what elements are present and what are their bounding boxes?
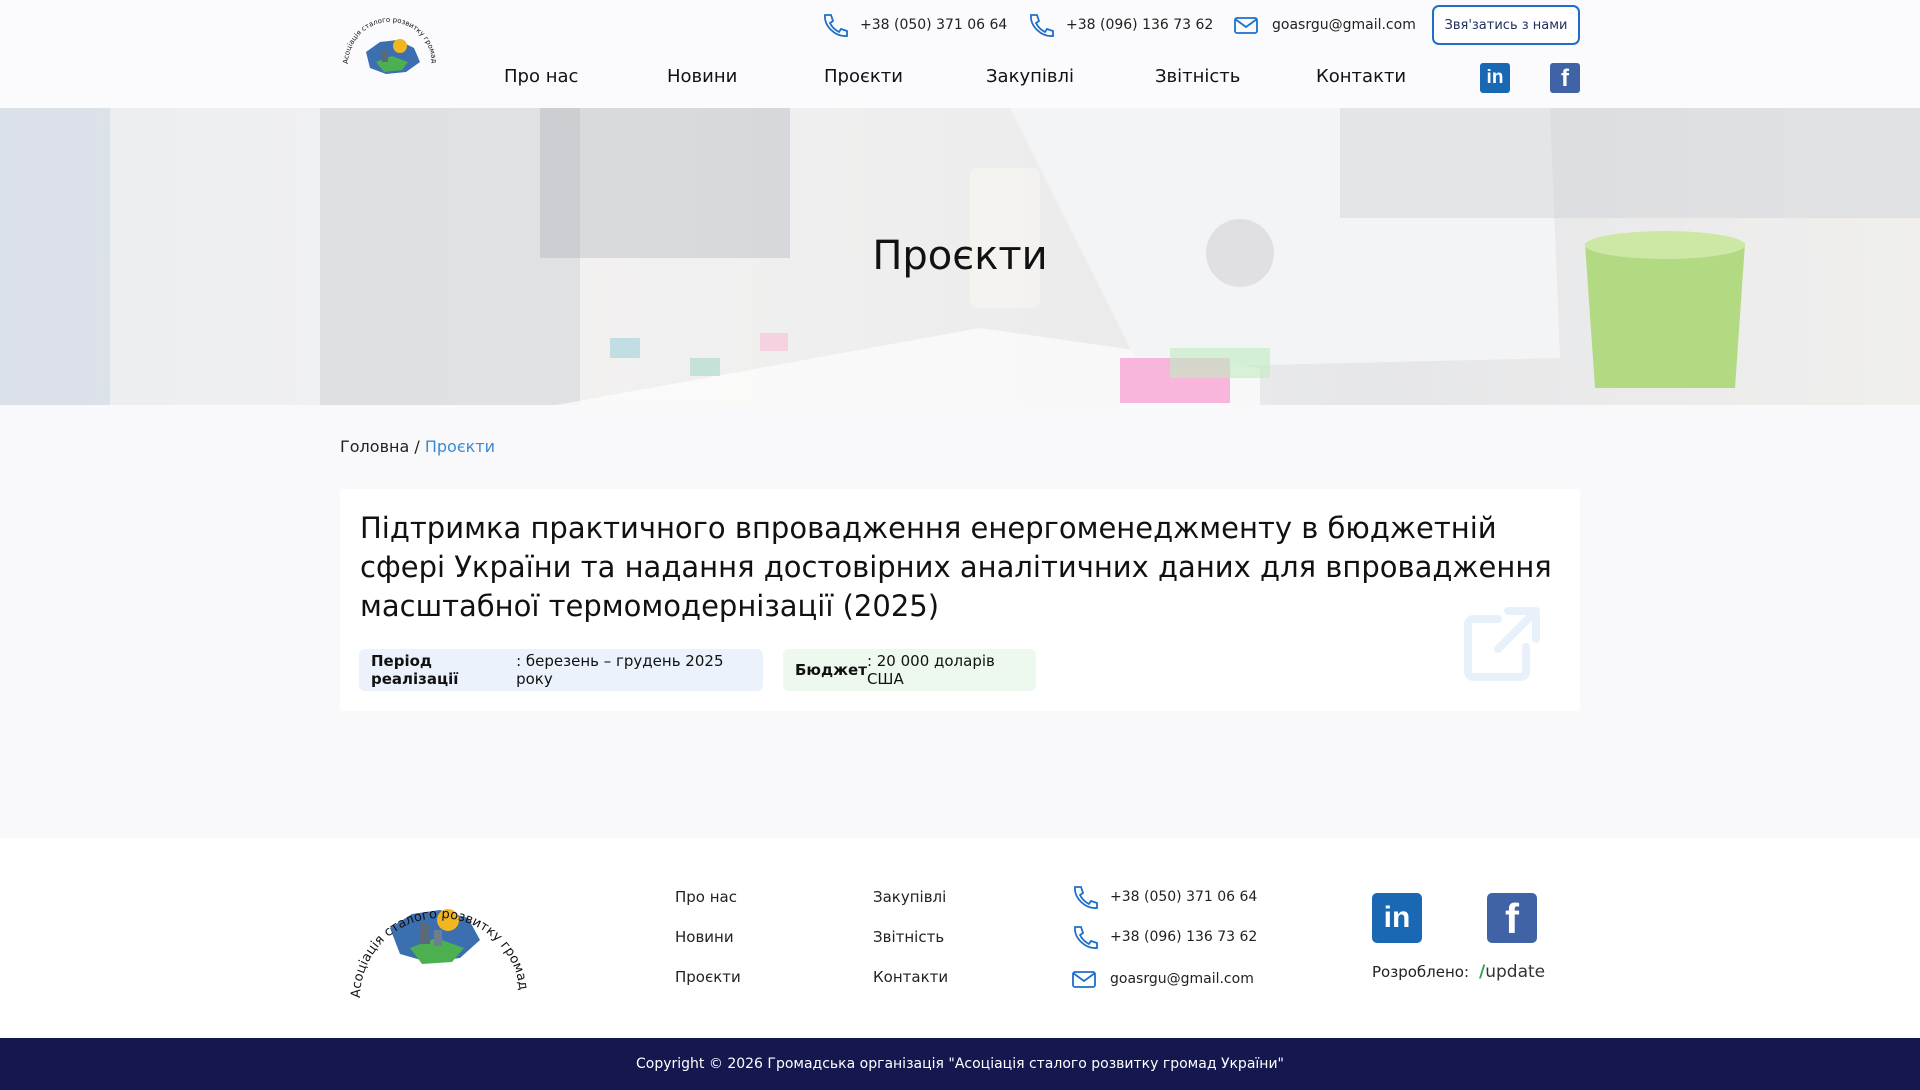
header-phone-2-text: +38 (096) 136 73 62 <box>1066 17 1214 33</box>
breadcrumb-home[interactable]: Головна <box>340 437 409 456</box>
nav-reports[interactable]: Звітність <box>1155 66 1240 87</box>
footer-link-projects[interactable]: Проєкти <box>675 968 741 986</box>
made-by: Розроблено: /update <box>1372 962 1545 982</box>
footer-phone-1[interactable]: +38 (050) 371 06 64 <box>1070 884 1257 910</box>
linkedin-icon[interactable]: in <box>1372 893 1422 943</box>
made-by-label: Розроблено: <box>1372 963 1470 981</box>
phone-icon <box>1074 886 1098 909</box>
footer-phone-2[interactable]: +38 (096) 136 73 62 <box>1070 924 1257 950</box>
footer-logo[interactable]: Асоціація сталого розвитку громад Україн… <box>340 858 540 1008</box>
nav-procurement[interactable]: Закупівлі <box>986 66 1074 87</box>
facebook-icon[interactable]: f <box>1487 893 1537 943</box>
period-label: Період реалізації <box>371 652 459 688</box>
copyright-bar: Copyright © 2026 Громадська організація … <box>0 1038 1920 1090</box>
mail-icon <box>1234 17 1258 34</box>
project-budget: Бюджет: 20 000 доларів США <box>783 649 1036 691</box>
hero-banner: Проєкти <box>0 108 1920 405</box>
header-email[interactable]: goasrgu@gmail.com <box>1232 12 1416 38</box>
phone-icon <box>1030 14 1054 37</box>
nav-contacts[interactable]: Контакти <box>1316 66 1406 87</box>
mail-icon <box>1072 971 1096 988</box>
breadcrumb-separator: / <box>414 437 420 456</box>
external-link-icon[interactable] <box>1458 601 1544 687</box>
breadcrumb: Головна / Проєкти <box>340 437 495 456</box>
page-title: Проєкти <box>872 233 1048 279</box>
footer-link-news[interactable]: Новини <box>675 928 734 946</box>
site-header: Асоціація сталого розвитку громад Україн… <box>0 0 1920 108</box>
contact-us-button[interactable]: Звя'затись з нами <box>1432 5 1580 45</box>
footer-link-contacts[interactable]: Контакти <box>873 968 948 986</box>
footer-link-procurement[interactable]: Закупівлі <box>873 888 946 906</box>
phone-icon <box>824 14 848 37</box>
header-phone-1-text: +38 (050) 371 06 64 <box>860 17 1008 33</box>
linkedin-icon[interactable]: in <box>1480 63 1510 93</box>
budget-label: Бюджет <box>795 661 867 679</box>
budget-value: : 20 000 доларів США <box>866 652 995 688</box>
nav-projects[interactable]: Проєкти <box>824 66 903 87</box>
project-period: Період реалізації : березень – грудень 20… <box>359 649 763 691</box>
developer-brand: update <box>1485 962 1546 982</box>
breadcrumb-current: Проєкти <box>424 437 495 456</box>
developer-logo[interactable]: /update <box>1479 962 1545 982</box>
facebook-icon[interactable]: f <box>1550 63 1580 93</box>
footer-email-text: goasrgu@gmail.com <box>1110 971 1254 987</box>
nav-news[interactable]: Новини <box>667 66 737 87</box>
footer-phone-2-text: +38 (096) 136 73 62 <box>1110 929 1258 945</box>
site-footer: Асоціація сталого розвитку громад Україн… <box>0 838 1920 1038</box>
header-phone-2[interactable]: +38 (096) 136 73 62 <box>1026 12 1213 38</box>
footer-phone-1-text: +38 (050) 371 06 64 <box>1110 889 1258 905</box>
period-value: : березень – грудень 2025 року <box>516 652 724 688</box>
header-email-text: goasrgu@gmail.com <box>1272 17 1416 33</box>
copyright-text: Copyright © 2026 Громадська організація … <box>636 1056 1284 1072</box>
footer-link-about[interactable]: Про нас <box>675 888 737 906</box>
phone-icon <box>1074 926 1098 949</box>
nav-about[interactable]: Про нас <box>504 66 578 87</box>
header-phone-1[interactable]: +38 (050) 371 06 64 <box>820 12 1007 38</box>
site-logo[interactable]: Асоціація сталого розвитку громад Україн… <box>336 12 444 94</box>
project-title[interactable]: Підтримка практичного впровадження енерг… <box>360 509 1560 626</box>
footer-email[interactable]: goasrgu@gmail.com <box>1070 966 1254 992</box>
footer-link-reports[interactable]: Звітність <box>873 928 944 946</box>
project-card[interactable]: Підтримка практичного впровадження енерг… <box>340 489 1580 711</box>
